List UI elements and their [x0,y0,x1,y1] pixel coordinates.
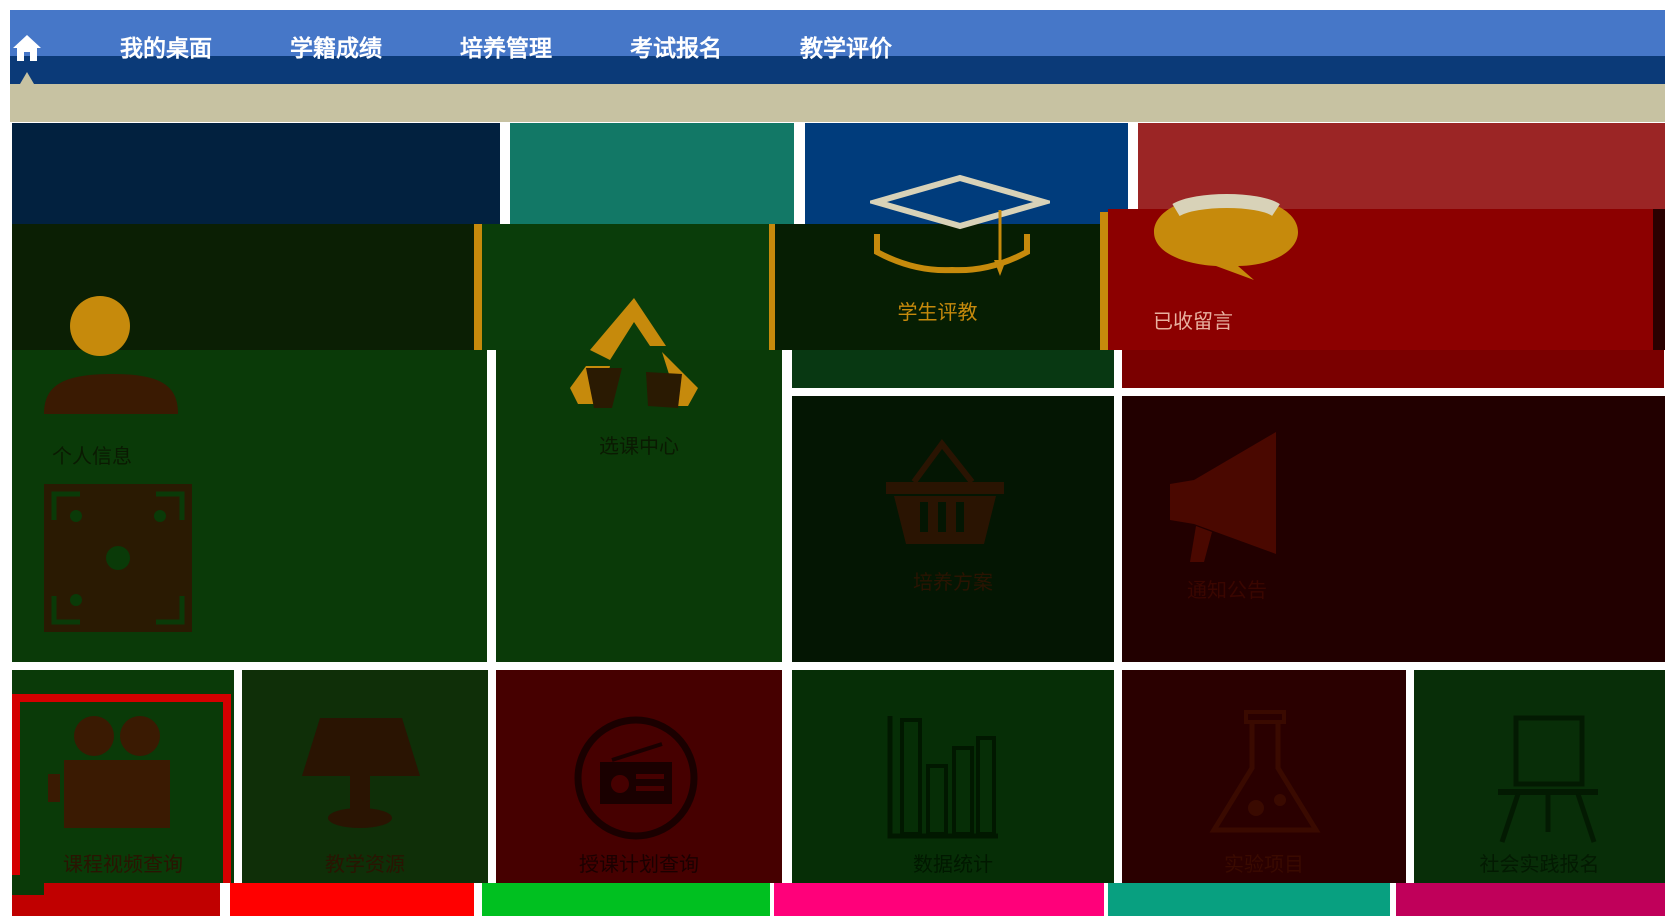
tile-band-navy [12,123,500,225]
tile-band-darkred [1122,350,1664,388]
home-icon [13,35,41,61]
tile-training-program-label: 培养方案 [913,570,993,594]
tile-received-messages-label: 已收留言 [1153,309,1233,333]
bottom-strip-pink [774,883,1104,916]
bottom-strip-teal [1108,883,1390,916]
radio-icon [574,716,698,840]
nav-item-my-desktop[interactable]: 我的桌面 [120,34,212,64]
tile-social-practice-label: 社会实践报名 [1479,852,1600,876]
graduation-cap-icon [870,174,1050,276]
tile-notice-announcement-label: 通知公告 [1187,578,1267,602]
bottom-strip-bright-red [230,883,474,916]
tile-teaching-resources-label: 教学资源 [325,852,405,876]
sub-navigation-bar [10,84,1665,122]
tile-personal-info-label: 个人信息 [52,444,132,468]
tile-gold-divider-3 [1100,212,1108,350]
tile-band-green [792,350,1114,388]
bottom-strip-green [482,883,770,916]
tile-gold-divider [474,224,482,350]
nav-item-exam-registration[interactable]: 考试报名 [630,34,722,64]
bar-chart-icon [887,716,998,839]
recycle-icon [570,298,698,408]
active-caret [20,72,34,84]
tile-student-evaluation-label: 学生评教 [897,300,978,324]
tile-course-center-label: 选课中心 [599,434,679,458]
flask-icon [1209,710,1321,833]
tile-red-edge [1653,209,1665,350]
tile-course-video-label: 课程视频查询 [63,852,183,876]
bottom-strip-corner [12,875,44,895]
tile-data-statistics-label: 数据统计 [913,852,993,876]
speech-bubble-icon [1154,194,1298,280]
bottom-strip-magenta [1396,883,1665,916]
tile-band-teal [510,123,794,225]
lamp-icon [302,718,420,828]
qr-scan-icon[interactable] [42,482,194,634]
user-icon [44,296,178,414]
nav-item-teaching-evaluation[interactable]: 教学评价 [800,34,892,64]
video-camera-icon [48,716,170,828]
basket-icon [886,439,1004,544]
top-navigation-bar: 我的桌面 学籍成绩 培养管理 考试报名 教学评价 [10,10,1665,84]
easel-icon [1498,715,1598,843]
nav-item-training-management[interactable]: 培养管理 [460,34,552,64]
nav-item-student-status-grades[interactable]: 学籍成绩 [290,34,382,64]
megaphone-icon [1170,432,1276,562]
home-button[interactable] [10,30,44,66]
tile-teaching-plan-label: 授课计划查询 [579,852,699,876]
tile-experiment-projects-label: 实验项目 [1224,852,1304,876]
